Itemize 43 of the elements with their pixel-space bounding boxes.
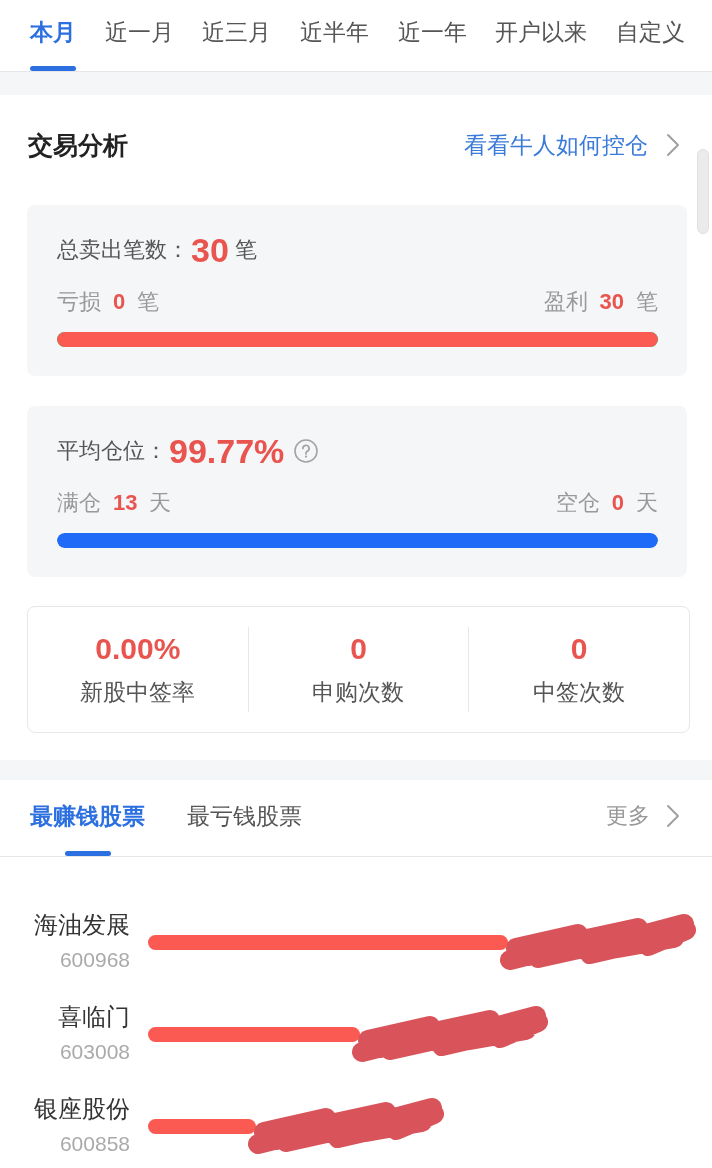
- period-tab[interactable]: 近三月: [202, 0, 272, 71]
- stat-total: 30: [191, 232, 229, 268]
- unit-label: 笔: [137, 288, 160, 316]
- unit-label: 天: [636, 489, 658, 517]
- period-tab[interactable]: 本月: [30, 0, 76, 71]
- ipo-stat-value: 0: [350, 631, 367, 667]
- stock-tab[interactable]: 最赚钱股票: [30, 801, 145, 856]
- stat-label: 空仓: [555, 489, 600, 517]
- stat-title: 平均仓位：: [57, 437, 167, 465]
- stat-value: 30: [599, 289, 624, 315]
- section-title: 交易分析: [28, 130, 128, 160]
- stat-label: 亏损: [57, 288, 101, 316]
- chevron-right-icon: [666, 804, 680, 828]
- stat-value: 0: [113, 289, 126, 315]
- unit-label: 笔: [636, 288, 658, 316]
- stat-value: 0: [611, 490, 624, 516]
- tips-link[interactable]: 看看牛人如何控仓: [464, 130, 680, 160]
- unit-label: 天: [149, 489, 172, 517]
- stat-label: 盈利: [543, 288, 588, 316]
- stock-name: 喜临门: [58, 1004, 130, 1030]
- help-icon[interactable]: [294, 439, 319, 463]
- ipo-stat-label: 新股中签率: [80, 678, 196, 707]
- chevron-right-icon: [666, 133, 680, 157]
- stock-name: 海油发展: [34, 912, 130, 938]
- stock-code: 600858: [59, 1132, 130, 1156]
- period-tab[interactable]: 近半年: [299, 0, 369, 71]
- ipo-stat-value: 0: [570, 631, 588, 667]
- stock-code: 603008: [59, 1040, 130, 1064]
- stock-name: 银座股份: [34, 1096, 130, 1122]
- unit-label: 笔: [234, 236, 257, 264]
- ipo-stat-label: 中签次数: [533, 678, 626, 707]
- ipo-stat-label: 申购次数: [312, 678, 405, 707]
- stat-title: 总卖出笔数：: [57, 236, 189, 264]
- period-tab[interactable]: 开户以来: [495, 0, 588, 71]
- period-tab[interactable]: 近一年: [397, 0, 467, 71]
- stat-label: 满仓: [57, 489, 101, 517]
- stock-code: 600968: [59, 948, 130, 972]
- period-tab[interactable]: 近一月: [104, 0, 174, 71]
- stock-tab[interactable]: 最亏钱股票: [187, 801, 302, 856]
- stat-total: 99.77%: [169, 433, 285, 469]
- stat-value: 13: [113, 490, 138, 516]
- period-tab[interactable]: 自定义: [615, 0, 685, 71]
- ipo-stat-value: 0.00%: [95, 631, 181, 667]
